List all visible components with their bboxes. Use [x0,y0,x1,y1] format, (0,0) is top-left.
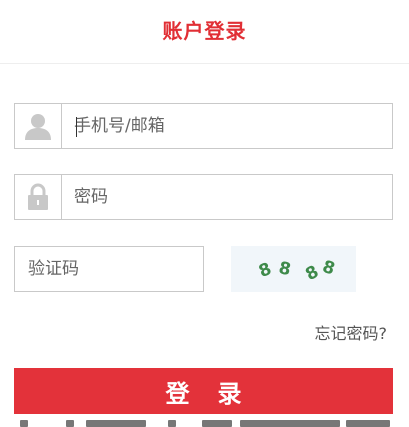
captcha-field[interactable] [14,246,204,292]
account-field[interactable] [14,103,393,149]
account-input[interactable] [63,104,392,148]
password-field[interactable] [14,174,393,220]
captcha-glyph-4: 8 [320,257,337,280]
lock-icon [28,183,48,210]
user-icon [25,114,51,140]
captcha-glyph-2: 8 [277,258,293,280]
login-header: 账户登录 [0,0,409,64]
captcha-glyph-1: 8 [256,259,274,282]
text-cursor [76,117,77,137]
captcha-image[interactable]: 8 8 8 8 [231,246,356,292]
forgot-password-link[interactable]: 忘记密码? [315,320,388,344]
footer-text-cutoff [0,418,409,427]
login-button[interactable]: 登录 [14,368,393,414]
password-input[interactable] [63,175,392,219]
lock-icon-box [15,175,62,219]
captcha-input[interactable] [15,247,203,291]
captcha-glyph-3: 8 [302,262,322,285]
page-title: 账户登录 [162,19,247,43]
user-icon-box [15,104,62,148]
captcha-glyphs: 8 8 8 8 [256,257,337,285]
